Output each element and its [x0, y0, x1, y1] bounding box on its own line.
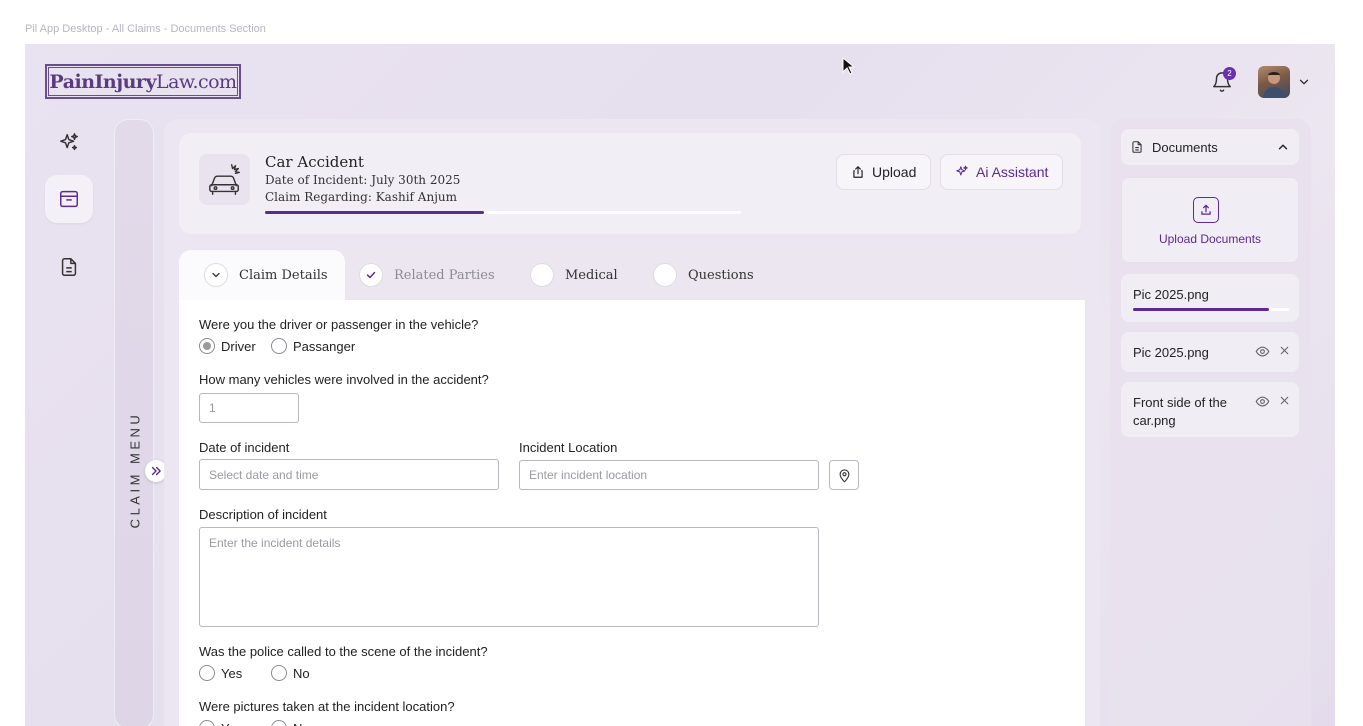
- ai-assistant-button[interactable]: Ai Assistant: [940, 154, 1064, 190]
- question-driver: Were you the driver or passenger in the …: [199, 317, 479, 332]
- file-card[interactable]: Pic 2025.png: [1121, 332, 1299, 372]
- case-progress-bar: [265, 211, 741, 214]
- radio-circle[interactable]: [271, 665, 287, 681]
- radio-police-yes[interactable]: Yes: [199, 665, 242, 681]
- file-name: Pic 2025.png: [1133, 345, 1209, 360]
- radio-pictures-no[interactable]: No: [271, 720, 310, 726]
- upload-button-label: Upload: [872, 164, 917, 180]
- tab-label: Related Parties: [394, 267, 495, 283]
- tab-label: Claim Details: [239, 267, 328, 283]
- step-circle-icon: [653, 263, 677, 287]
- date-label: Date of incident: [199, 440, 290, 455]
- tab-label: Questions: [688, 267, 754, 283]
- upload-progress-fill: [1133, 308, 1269, 311]
- radio-passenger[interactable]: Passanger: [271, 338, 355, 354]
- avatar[interactable]: [1258, 66, 1290, 98]
- question-vehicles: How many vehicles were involved in the a…: [199, 372, 489, 387]
- tab-label: Medical: [565, 267, 618, 283]
- file-card[interactable]: Front side of the car.png: [1121, 382, 1299, 437]
- eye-icon[interactable]: [1255, 394, 1270, 409]
- radio-label: Yes: [221, 721, 242, 726]
- description-label: Description of incident: [199, 507, 327, 522]
- question-police: Was the police called to the scene of th…: [199, 644, 488, 659]
- tab-questions[interactable]: Questions: [653, 250, 754, 300]
- vehicles-count-input[interactable]: 1: [199, 393, 299, 423]
- upload-icon: [1193, 197, 1219, 223]
- incident-date: Date of Incident: July 30th 2025: [265, 173, 461, 187]
- case-title: Car Accident: [265, 153, 364, 171]
- file-name: Front side of the car.png: [1133, 395, 1227, 428]
- ai-assistant-label: Ai Assistant: [976, 164, 1049, 180]
- notification-badge: 2: [1223, 67, 1236, 80]
- logo[interactable]: PainInjury Law.com: [45, 64, 241, 99]
- car-crash-icon: [199, 154, 250, 205]
- claim-menu-label: CLAIM MENU: [127, 411, 143, 529]
- radio-driver[interactable]: Driver: [199, 338, 256, 354]
- documents-title: Documents: [1152, 139, 1218, 155]
- question-pictures: Were pictures taken at the incident loca…: [199, 699, 455, 714]
- upload-documents-label: Upload Documents: [1158, 232, 1262, 246]
- description-textarea[interactable]: Enter the incident details: [199, 527, 819, 627]
- archive-icon: [57, 187, 81, 211]
- sparkles-icon[interactable]: [57, 131, 81, 155]
- radio-label: Driver: [221, 338, 256, 354]
- logo-text-light: Law.com: [155, 70, 237, 93]
- radio-circle[interactable]: [271, 720, 287, 726]
- close-icon[interactable]: [1278, 394, 1291, 407]
- uploading-file-card: Pic 2025.png: [1121, 274, 1299, 322]
- radio-label: Passanger: [293, 338, 356, 354]
- radio-police-no[interactable]: No: [271, 665, 310, 681]
- radio-label: No: [293, 721, 310, 726]
- document-icon[interactable]: [57, 255, 81, 279]
- file-name: Pic 2025.png: [1133, 287, 1209, 302]
- radio-label: Yes: [221, 665, 243, 681]
- document-icon: [1132, 141, 1142, 153]
- chevron-down-icon: [204, 263, 228, 287]
- app-canvas: PainInjury Law.com 2 CLAIM MENU Car Acci…: [25, 44, 1335, 726]
- close-icon[interactable]: [1278, 344, 1291, 357]
- location-label: Incident Location: [519, 440, 618, 455]
- location-input[interactable]: Enter incident location: [519, 460, 819, 490]
- map-pin-icon: [839, 468, 849, 482]
- tab-claim-details[interactable]: Claim Details: [179, 250, 345, 300]
- mouse-cursor-icon: [842, 56, 856, 80]
- radio-circle[interactable]: [199, 338, 215, 354]
- documents-header[interactable]: Documents: [1121, 129, 1299, 165]
- radio-label: No: [293, 665, 310, 681]
- claim-regarding: Claim Regarding: Kashif Anjum: [265, 190, 458, 204]
- double-chevron-right-icon: [151, 466, 161, 476]
- share-upload-icon: [853, 166, 863, 178]
- sparkles-icon: [956, 165, 968, 176]
- case-progress-fill: [265, 211, 484, 214]
- eye-icon[interactable]: [1255, 344, 1270, 359]
- logo-text-bold: PainInjury: [49, 70, 156, 93]
- map-pin-button[interactable]: [829, 460, 859, 490]
- date-input[interactable]: Select date and time: [199, 459, 499, 490]
- radio-pictures-yes[interactable]: Yes: [199, 720, 242, 726]
- frame-label: Pil App Desktop - All Claims - Documents…: [25, 23, 266, 35]
- tab-related-parties[interactable]: Related Parties: [359, 250, 495, 300]
- upload-button[interactable]: Upload: [836, 154, 932, 190]
- radio-circle[interactable]: [271, 338, 287, 354]
- check-icon: [359, 263, 383, 287]
- chevron-up-icon[interactable]: [1276, 140, 1290, 154]
- chevron-down-icon[interactable]: [1297, 75, 1311, 89]
- tab-medical[interactable]: Medical: [530, 250, 618, 300]
- radio-circle[interactable]: [199, 720, 215, 726]
- radio-circle[interactable]: [199, 665, 215, 681]
- step-circle-icon: [530, 263, 554, 287]
- upload-progress-bar: [1133, 308, 1289, 311]
